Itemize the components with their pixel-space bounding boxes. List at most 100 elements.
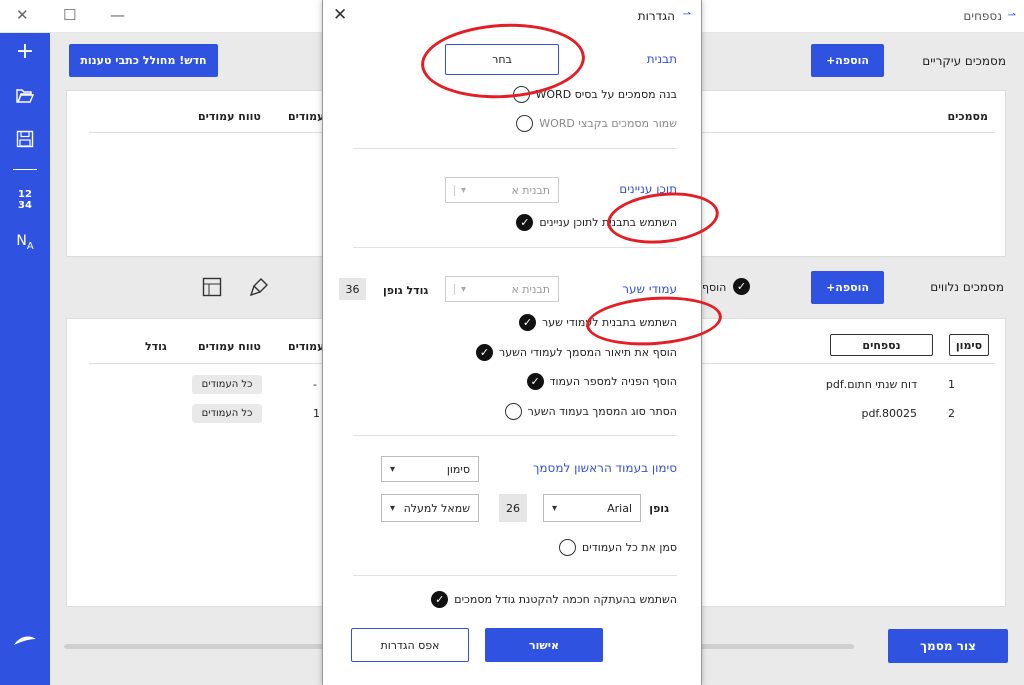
opt-toc-template[interactable]: ✓ השתמש בתבנית לתוכן עניינים [516,214,677,231]
close-window-button[interactable]: ✕ [16,6,29,24]
col-appendices-button[interactable]: נספחים [830,334,933,356]
settings-dialog: ✕ הגדרות ⇀ תבנית בחר בנה מסמכים על בסיס … [322,0,702,685]
row-pages: - [313,378,317,391]
position-value: שמאל למעלה [403,501,470,515]
radio-empty-icon[interactable] [516,115,534,132]
app-title: נספחים [963,9,1002,23]
app-logo-icon: ⇀ [1007,10,1016,21]
left-toolbar: + 12 34 NA [0,33,50,685]
opt-page-ref-label: הוסף הפניה למספר העמוד [549,375,677,388]
col-size: גודל [145,340,167,353]
toc-template-value: תבנית א [511,183,550,197]
add-toggle-check[interactable]: ✓ [733,278,750,295]
opt-build-word[interactable]: בנה מסמכים על בסיס WORD [512,86,677,103]
radio-empty-icon[interactable] [512,86,530,103]
logo-feather-icon [0,633,50,652]
reset-settings-button[interactable]: אפס הגדרות [351,628,469,662]
font-number[interactable]: 26 [499,494,527,522]
row-pages: 1 [313,407,320,420]
col-page-range: טווח עמודים [198,340,261,353]
cover-section-title: עמודי שער [622,282,677,296]
opt-cover-template[interactable]: ✓ השתמש בתבנית לעמודי שער [519,314,677,331]
cover-template-select[interactable]: תבנית א ▾ [445,276,559,302]
toolbar-divider [13,169,37,170]
close-dialog-button[interactable]: ✕ [333,5,347,25]
font-label: גופן [649,502,669,515]
confirm-button[interactable]: אישור [485,628,603,662]
opt-cover-template-label: השתמש בתבנית לעמודי שער [542,316,677,329]
section-divider [353,575,677,576]
font-select[interactable]: Arial ▾ [543,494,641,522]
opt-mark-all[interactable]: סמן את כל העמודים [558,539,677,556]
chevron-down-icon: ▾ [390,502,396,514]
main-docs-title: מסמכים עיקריים [922,54,1006,68]
checked-icon[interactable]: ✓ [519,314,537,331]
chevron-down-icon: ▾ [390,463,396,475]
col-documents: מסמכים [947,110,988,123]
radio-empty-icon[interactable] [504,403,522,420]
opt-hide-type-label: הסתר סוג המסמך בעמוד השער [527,405,677,418]
font-value: Arial [607,501,632,515]
col-pages: עמודים [288,110,325,123]
toc-template-select[interactable]: תבנית א ▾ [445,177,559,203]
checked-icon[interactable]: ✓ [431,591,449,608]
opt-hide-type[interactable]: הסתר סוג המסמך בעמוד השער [504,403,677,420]
font-size-value[interactable]: 36 [339,278,366,300]
opt-toc-template-label: השתמש בתבנית לתוכן עניינים [539,216,677,229]
checked-icon[interactable]: ✓ [516,214,534,231]
opt-page-ref[interactable]: ✓ הוסף הפניה למספר העמוד [526,373,677,390]
plus-icon[interactable]: + [0,39,50,64]
opt-mark-all-label: סמן את כל העמודים [581,541,677,554]
translate-icon[interactable]: NA [0,233,50,252]
radio-empty-icon[interactable] [558,539,576,556]
section-divider [353,148,677,149]
col-marker-button[interactable]: סימון [949,334,989,356]
save-icon[interactable] [0,130,50,151]
folder-open-icon[interactable] [0,88,50,107]
add-attached-doc-button[interactable]: הוספה+ [811,271,884,304]
toc-section-title: תוכן עניינים [619,182,677,196]
attached-docs-title: מסמכים נלווים [930,280,1004,294]
section-divider [353,435,677,436]
font-size-label: גודל גופן [383,284,429,297]
checked-icon[interactable]: ✓ [526,373,544,390]
col-page-range: טווח עמודים [198,110,261,123]
row-file-name[interactable]: דוח שנתי חתום.pdf [826,378,917,391]
maximize-window-button[interactable]: ☐ [63,6,76,24]
opt-cover-desc[interactable]: ✓ הוסף את תיאור המסמך לעמודי השער [476,344,677,361]
chevron-down-icon: ▾ [454,283,466,295]
col-pages: עמודים [288,340,325,353]
numbering-icon[interactable]: 12 34 [0,189,50,211]
row-file-name[interactable]: pdf.80025 [861,407,917,420]
row-number: 1 [948,378,955,391]
dialog-logo-icon: ⇀ [682,9,691,20]
add-main-doc-button[interactable]: הוספה+ [811,44,884,77]
minimize-window-button[interactable]: — [110,6,125,24]
brush-icon[interactable] [249,277,269,300]
marker-value: סימון [446,462,470,476]
marker-select[interactable]: סימון ▾ [381,456,479,482]
add-toggle-label: הוסף [702,281,727,294]
create-document-button[interactable]: צור מסמך [888,629,1008,663]
row-page-range-button[interactable]: כל העמודים [192,404,262,423]
opt-build-word-label: בנה מסמכים על בסיס WORD [535,88,677,101]
opt-smart-copy[interactable]: ✓ השתמש בהעתקה חכמה להקטנת גודל מסמכים [431,591,677,608]
template-section-title: תבנית [646,52,677,66]
new-pleadings-generator-button[interactable]: חדש! מחולל כתבי טענות [69,44,218,77]
row-page-range-button[interactable]: כל העמודים [192,375,262,394]
opt-save-word[interactable]: שמור מסמכים בקבצי WORD [516,115,677,132]
dialog-title: הגדרות [637,9,675,23]
first-page-section-title: סימון בעמוד הראשון למסמך [532,461,677,475]
opt-save-word-label: שמור מסמכים בקבצי WORD [539,117,677,130]
checked-icon[interactable]: ✓ [476,344,493,361]
chevron-down-icon: ▾ [552,502,558,514]
table-view-icon[interactable] [202,277,222,300]
opt-smart-copy-label: השתמש בהעתקה חכמה להקטנת גודל מסמכים [454,593,677,606]
cover-template-value: תבנית א [511,282,550,296]
row-number: 2 [948,407,955,420]
choose-template-button[interactable]: בחר [445,44,559,75]
opt-cover-desc-label: הוסף את תיאור המסמך לעמודי השער [499,346,677,359]
position-select[interactable]: שמאל למעלה ▾ [381,494,479,522]
section-divider [353,247,677,248]
chevron-down-icon: ▾ [454,184,466,196]
